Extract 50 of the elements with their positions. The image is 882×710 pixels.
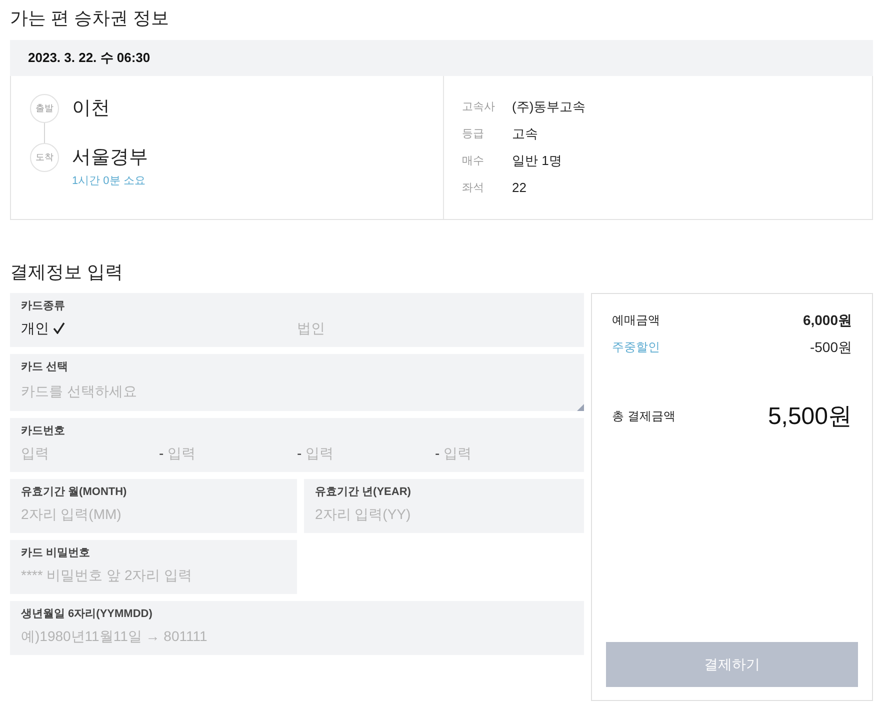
text-input[interactable]: 예)1980년11월11일 → 801111 bbox=[21, 626, 573, 646]
route-line bbox=[44, 123, 45, 143]
text-input[interactable]: **** 비밀번호 앞 2자리 입력 bbox=[21, 565, 286, 585]
field-label: 유효기간 년(YEAR) bbox=[315, 485, 412, 499]
station-name: 이천 bbox=[72, 97, 111, 121]
dash-separator: - bbox=[159, 444, 164, 463]
detail-label: 고속사 bbox=[462, 100, 496, 114]
card-number-input[interactable]: 입력 bbox=[444, 443, 573, 463]
input-field[interactable]: 카드 비밀번호 **** 비밀번호 앞 2자리 입력 bbox=[10, 540, 297, 594]
travel-duration: 1시간 0분 소요 bbox=[72, 174, 146, 188]
field-label: 생년월일 6자리(YYMMDD) bbox=[21, 607, 154, 621]
station-name: 서울경부 bbox=[72, 146, 149, 170]
total-amount: 5,500원 bbox=[768, 402, 852, 432]
departure-datetime: 2023. 3. 22. 수 06:30 bbox=[28, 49, 150, 67]
input-field[interactable]: 유효기간 년(YEAR) 2자리 입력(YY) bbox=[304, 479, 584, 533]
card-number-input[interactable]: 입력 bbox=[306, 443, 435, 463]
field-label: 카드종류 bbox=[21, 299, 66, 313]
total-label: 총 결제금액 bbox=[612, 408, 676, 424]
resize-grip-icon bbox=[577, 404, 584, 411]
detail-value: (주)동부고속 bbox=[512, 98, 587, 116]
stop-badge: 출발 bbox=[30, 94, 59, 123]
price-label: 예매금액 bbox=[612, 312, 660, 329]
card-number-input[interactable]: 입력 bbox=[21, 443, 159, 463]
card-type-option[interactable]: 개인 bbox=[21, 318, 65, 338]
detail-value: 22 bbox=[512, 180, 528, 195]
text-input[interactable]: 2자리 입력(YY) bbox=[315, 504, 573, 524]
dash-separator: - bbox=[435, 444, 440, 463]
field-label: 유효기간 월(MONTH) bbox=[21, 485, 128, 499]
select-input[interactable]: 카드를 선택하세요 bbox=[21, 381, 573, 401]
price-label: 주중할인 bbox=[612, 339, 660, 356]
price-amount: 6,000원 bbox=[802, 312, 852, 330]
section-title: 결제정보 입력 bbox=[10, 261, 124, 284]
check-icon bbox=[53, 322, 65, 334]
card-select-field[interactable]: 카드 선택 카드를 선택하세요 bbox=[10, 354, 584, 411]
stop-badge: 도착 bbox=[30, 143, 59, 172]
detail-label: 등급 bbox=[462, 127, 485, 141]
detail-value: 일반 1명 bbox=[512, 152, 563, 170]
card-number-input[interactable]: 입력 bbox=[168, 443, 297, 463]
price-amount: -500원 bbox=[810, 338, 852, 356]
detail-value: 고속 bbox=[512, 124, 539, 142]
dash-separator: - bbox=[297, 444, 302, 463]
text-input[interactable]: 2자리 입력(MM) bbox=[21, 504, 286, 524]
section-title: 가는 편 승차권 정보 bbox=[10, 7, 170, 30]
detail-label: 좌석 bbox=[462, 181, 485, 195]
input-field[interactable]: 생년월일 6자리(YYMMDD) 예)1980년11월11일 → 801111 bbox=[10, 601, 584, 655]
input-field[interactable]: 유효기간 월(MONTH) 2자리 입력(MM) bbox=[10, 479, 297, 533]
field-label: 카드 선택 bbox=[21, 360, 70, 374]
detail-label: 매수 bbox=[462, 154, 485, 168]
field-label: 카드번호 bbox=[21, 424, 66, 438]
field-label: 카드 비밀번호 bbox=[21, 546, 92, 560]
